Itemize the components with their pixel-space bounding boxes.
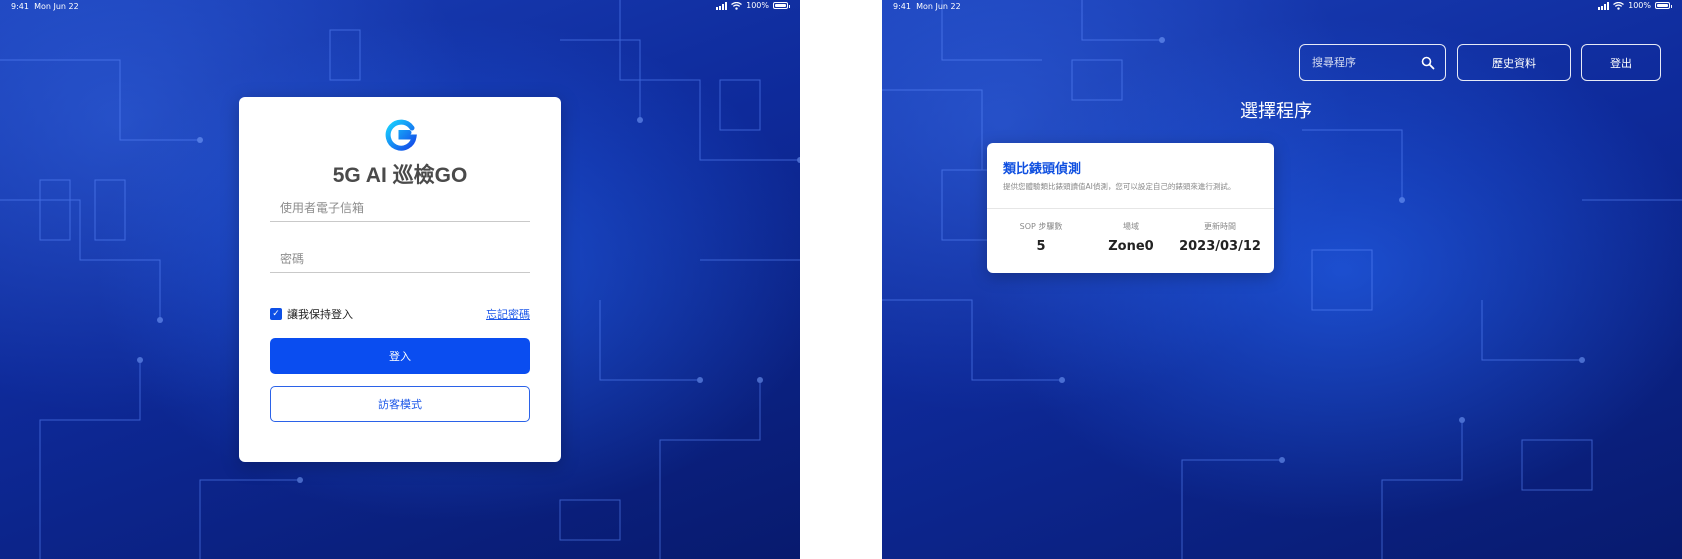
divider <box>987 208 1274 209</box>
procedure-description: 提供您體驗類比錶頭讀值AI偵測，您可以設定自己的錶頭來進行測試。 <box>1003 182 1236 191</box>
select-procedure-screen: 9:41 Mon Jun 22 100% 歷史資料 登出 選擇程序 類比錶頭偵測… <box>882 0 1682 559</box>
battery-percent: 100% <box>1628 1 1651 10</box>
status-bar: 9:41 Mon Jun 22 100% <box>882 0 1682 14</box>
login-screen: 9:41 Mon Jun 22 100% 5G AI 巡檢GO ✓ 讓我保持登入… <box>0 0 800 559</box>
remember-checkbox[interactable]: ✓ <box>270 308 282 320</box>
status-indicators: 100% <box>1598 1 1672 10</box>
battery-percent: 100% <box>746 1 769 10</box>
status-bar: 9:41 Mon Jun 22 100% <box>0 0 800 14</box>
signal-icon <box>1598 1 1610 10</box>
stat-sop-steps: SOP 步驟數 5 <box>996 221 1086 254</box>
app-title: 5G AI 巡檢GO <box>332 164 468 187</box>
search-icon[interactable] <box>1421 56 1435 70</box>
procedure-name: 類比錶頭偵測 <box>1003 162 1082 177</box>
password-field[interactable] <box>270 245 530 273</box>
app-logo-icon <box>385 119 417 151</box>
logout-button[interactable]: 登出 <box>1581 44 1661 81</box>
stat-value: 2023/03/12 <box>1179 239 1261 254</box>
history-button[interactable]: 歷史資料 <box>1457 44 1571 81</box>
guest-mode-button[interactable]: 訪客模式 <box>270 386 530 422</box>
check-icon: ✓ <box>272 308 280 319</box>
remember-label: 讓我保持登入 <box>287 308 353 321</box>
stat-zone: 場域 Zone0 <box>1086 221 1176 254</box>
forgot-password-link[interactable]: 忘記密碼 <box>486 306 530 322</box>
login-card: 5G AI 巡檢GO ✓ 讓我保持登入 忘記密碼 登入 訪客模式 <box>239 97 561 462</box>
search-input[interactable] <box>1312 56 1421 69</box>
battery-icon <box>1655 2 1672 9</box>
signal-icon <box>716 1 728 10</box>
login-button[interactable]: 登入 <box>270 338 530 374</box>
wifi-icon <box>1613 1 1625 10</box>
remember-row: ✓ 讓我保持登入 忘記密碼 <box>270 306 530 322</box>
search-box[interactable] <box>1299 44 1446 81</box>
stat-value: 5 <box>1036 239 1046 254</box>
status-time: 9:41 Mon Jun 22 <box>11 2 79 11</box>
page-title: 選擇程序 <box>1240 101 1312 122</box>
stat-value: Zone0 <box>1108 239 1154 254</box>
procedure-card[interactable]: 類比錶頭偵測 提供您體驗類比錶頭讀值AI偵測，您可以設定自己的錶頭來進行測試。 … <box>987 143 1274 273</box>
stat-label: SOP 步驟數 <box>1019 222 1063 231</box>
status-indicators: 100% <box>716 1 790 10</box>
stat-updated: 更新時間 2023/03/12 <box>1175 221 1265 254</box>
circuit-background <box>882 0 1682 559</box>
battery-icon <box>773 2 790 9</box>
stat-label: 更新時間 <box>1204 222 1236 231</box>
status-time: 9:41 Mon Jun 22 <box>893 2 961 11</box>
email-field[interactable] <box>270 194 530 222</box>
stat-label: 場域 <box>1123 222 1139 231</box>
wifi-icon <box>731 1 743 10</box>
